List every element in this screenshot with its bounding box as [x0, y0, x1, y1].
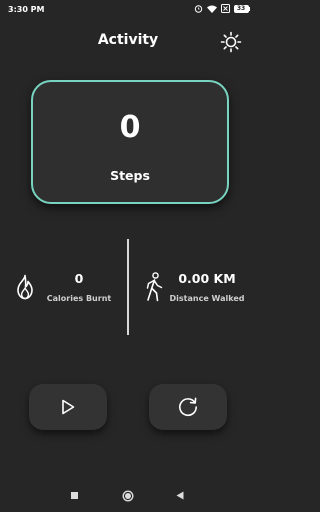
recents-square-icon[interactable] [71, 492, 78, 499]
walking-person-icon [146, 272, 163, 302]
play-icon [62, 399, 75, 415]
distance-value: 0.00 KM [178, 271, 236, 286]
wifi-icon [206, 5, 217, 13]
back-triangle-icon[interactable] [176, 491, 184, 500]
home-circle-icon[interactable] [122, 490, 134, 502]
stats-divider [127, 239, 129, 335]
battery-level: 33 [233, 4, 249, 13]
calories-value: 0 [74, 271, 84, 286]
play-button[interactable] [29, 384, 107, 430]
distance-label: Distance Walked [169, 294, 245, 303]
sim-icon [220, 4, 230, 13]
reset-button[interactable] [149, 384, 227, 430]
steps-count: 0 [119, 110, 141, 145]
steps-card: 0 Steps [31, 80, 229, 204]
alarm-icon [194, 5, 202, 13]
steps-label: Steps [110, 168, 150, 183]
battery-icon: 33 [233, 4, 250, 13]
status-icons: 33 [194, 4, 250, 13]
system-nav-bar [0, 484, 256, 508]
status-bar: 3:30 PM 33 [0, 0, 256, 20]
page-title: Activity [97, 32, 159, 48]
reset-icon [179, 397, 198, 417]
status-time: 3:30 PM [8, 5, 45, 14]
settings-sun-icon[interactable] [220, 31, 242, 53]
flame-icon [17, 274, 33, 300]
calories-label: Calories Burnt [46, 294, 112, 303]
